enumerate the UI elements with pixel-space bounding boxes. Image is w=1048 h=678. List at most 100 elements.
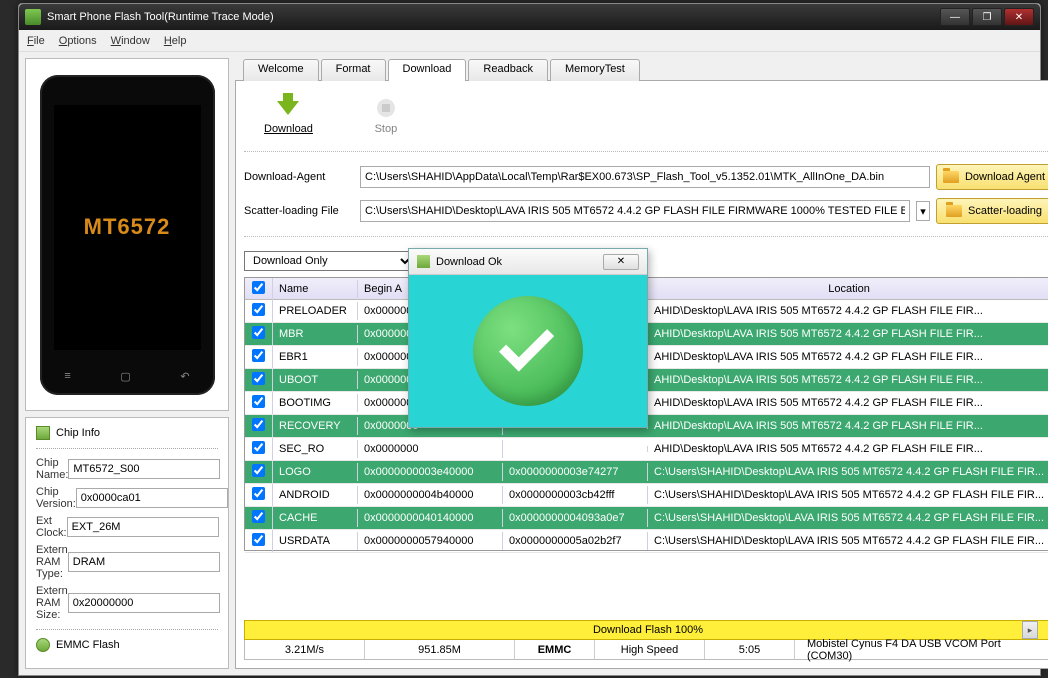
cell-location: C:\Users\SHAHID\Desktop\LAVA IRIS 505 MT… bbox=[648, 463, 1048, 481]
cell-location: AHID\Desktop\LAVA IRIS 505 MT6572 4.4.2 … bbox=[648, 325, 1048, 343]
row-checkbox[interactable] bbox=[252, 349, 265, 362]
cell-location: AHID\Desktop\LAVA IRIS 505 MT6572 4.4.2 … bbox=[648, 371, 1048, 389]
tab-readback[interactable]: Readback bbox=[468, 59, 548, 81]
row-checkbox[interactable] bbox=[252, 303, 265, 316]
row-checkbox[interactable] bbox=[252, 372, 265, 385]
cell-begin: 0x0000000057940000 bbox=[358, 532, 503, 550]
menu-window[interactable]: Window bbox=[111, 35, 150, 47]
table-row[interactable]: SEC_RO 0x0000000 AHID\Desktop\LAVA IRIS … bbox=[245, 438, 1048, 461]
cell-end: 0x0000000003e74277 bbox=[503, 463, 648, 481]
chip-name-field[interactable] bbox=[68, 459, 220, 479]
chip-info-panel: Chip Info Chip Name: Chip Version: Ext C… bbox=[25, 417, 229, 669]
scatter-loading-button[interactable]: Scatter-loading bbox=[936, 198, 1048, 224]
cell-location: AHID\Desktop\LAVA IRIS 505 MT6572 4.4.2 … bbox=[648, 302, 1048, 320]
download-agent-field[interactable] bbox=[360, 166, 930, 188]
success-check-icon bbox=[473, 296, 583, 406]
download-agent-button[interactable]: Download Agent bbox=[936, 164, 1048, 190]
cell-end: 0x0000000004093a0e7 bbox=[503, 509, 648, 527]
tab-welcome[interactable]: Welcome bbox=[243, 59, 319, 81]
gear-icon bbox=[36, 638, 50, 652]
cell-name: EBR1 bbox=[273, 348, 358, 366]
cell-name: USRDATA bbox=[273, 532, 358, 550]
emmc-flash-label: EMMC Flash bbox=[56, 639, 120, 651]
close-button[interactable]: ✕ bbox=[1004, 8, 1034, 26]
select-all-checkbox[interactable] bbox=[252, 281, 265, 294]
dialog-close-button[interactable]: ✕ bbox=[603, 254, 639, 270]
row-checkbox[interactable] bbox=[252, 533, 265, 546]
status-size: 951.85M bbox=[365, 640, 515, 659]
tab-format[interactable]: Format bbox=[321, 59, 386, 81]
folder-icon bbox=[943, 171, 959, 183]
scroll-right-icon[interactable]: ▸ bbox=[1022, 621, 1038, 639]
ext-clock-field[interactable] bbox=[67, 517, 219, 537]
cell-location: AHID\Desktop\LAVA IRIS 505 MT6572 4.4.2 … bbox=[648, 417, 1048, 435]
row-checkbox[interactable] bbox=[252, 487, 265, 500]
ram-size-field[interactable] bbox=[68, 593, 220, 613]
minimize-button[interactable]: — bbox=[940, 8, 970, 26]
folder-icon bbox=[946, 205, 962, 217]
maximize-button[interactable]: ❐ bbox=[972, 8, 1002, 26]
window-title: Smart Phone Flash Tool(Runtime Trace Mod… bbox=[47, 11, 274, 23]
col-location[interactable]: Location bbox=[648, 280, 1048, 298]
cell-name: UBOOT bbox=[273, 371, 358, 389]
row-checkbox[interactable] bbox=[252, 395, 265, 408]
row-checkbox[interactable] bbox=[252, 464, 265, 477]
cell-name: PRELOADER bbox=[273, 302, 358, 320]
row-checkbox[interactable] bbox=[252, 418, 265, 431]
chip-info-title: Chip Info bbox=[56, 427, 100, 439]
status-mode: High Speed bbox=[595, 640, 705, 659]
titlebar[interactable]: Smart Phone Flash Tool(Runtime Trace Mod… bbox=[19, 4, 1040, 30]
table-row[interactable]: ANDROID 0x0000000004b40000 0x0000000003c… bbox=[245, 484, 1048, 507]
table-row[interactable]: LOGO 0x0000000003e40000 0x0000000003e742… bbox=[245, 461, 1048, 484]
ram-type-label: Extern RAM Type: bbox=[36, 544, 68, 580]
cell-name: SEC_RO bbox=[273, 440, 358, 458]
scatter-file-label: Scatter-loading File bbox=[244, 205, 354, 217]
status-port: Mobistel Cynus F4 DA USB VCOM Port (COM3… bbox=[795, 640, 1048, 659]
tabs: Welcome Format Download Readback MemoryT… bbox=[235, 58, 1048, 80]
cell-name: MBR bbox=[273, 325, 358, 343]
status-storage: EMMC bbox=[515, 640, 595, 659]
stop-button[interactable]: Stop bbox=[373, 95, 399, 135]
chip-version-label: Chip Version: bbox=[36, 486, 76, 510]
ext-clock-label: Ext Clock: bbox=[36, 515, 67, 539]
phone-preview: BM MT6572 ≡▢↶ bbox=[25, 58, 229, 411]
status-speed: 3.21M/s bbox=[245, 640, 365, 659]
chip-version-field[interactable] bbox=[76, 488, 228, 508]
cell-end bbox=[503, 446, 648, 452]
stop-icon bbox=[377, 99, 395, 117]
row-checkbox[interactable] bbox=[252, 510, 265, 523]
menu-help[interactable]: Help bbox=[164, 35, 187, 47]
download-button[interactable]: Download bbox=[264, 95, 313, 135]
download-ok-dialog: Download Ok ✕ bbox=[408, 248, 648, 428]
download-arrow-icon bbox=[277, 101, 299, 115]
cell-location: C:\Users\SHAHID\Desktop\LAVA IRIS 505 MT… bbox=[648, 486, 1048, 504]
status-bar: 3.21M/s 951.85M EMMC High Speed 5:05 Mob… bbox=[244, 640, 1048, 660]
scatter-dropdown-icon[interactable]: ▾ bbox=[916, 201, 930, 221]
tab-download[interactable]: Download bbox=[388, 59, 467, 81]
row-checkbox[interactable] bbox=[252, 441, 265, 454]
cell-location: AHID\Desktop\LAVA IRIS 505 MT6572 4.4.2 … bbox=[648, 348, 1048, 366]
menu-file[interactable]: File bbox=[27, 35, 45, 47]
dialog-icon bbox=[417, 255, 430, 268]
download-agent-label: Download-Agent bbox=[244, 171, 354, 183]
cell-location: AHID\Desktop\LAVA IRIS 505 MT6572 4.4.2 … bbox=[648, 440, 1048, 458]
cell-begin: 0x0000000 bbox=[358, 440, 503, 458]
cell-begin: 0x0000000040140000 bbox=[358, 509, 503, 527]
scatter-file-field[interactable] bbox=[360, 200, 910, 222]
table-row[interactable]: CACHE 0x0000000040140000 0x0000000004093… bbox=[245, 507, 1048, 530]
cell-end: 0x0000000005a02b2f7 bbox=[503, 532, 648, 550]
cell-end: 0x0000000003cb42fff bbox=[503, 486, 648, 504]
download-mode-select[interactable]: Download Only bbox=[244, 251, 414, 271]
menu-options[interactable]: Options bbox=[59, 35, 97, 47]
ram-type-field[interactable] bbox=[68, 552, 220, 572]
row-checkbox[interactable] bbox=[252, 326, 265, 339]
cell-name: LOGO bbox=[273, 463, 358, 481]
status-time: 5:05 bbox=[705, 640, 795, 659]
col-name[interactable]: Name bbox=[273, 280, 358, 298]
table-row[interactable]: USRDATA 0x0000000057940000 0x0000000005a… bbox=[245, 530, 1048, 553]
cell-begin: 0x0000000003e40000 bbox=[358, 463, 503, 481]
tab-memorytest[interactable]: MemoryTest bbox=[550, 59, 640, 81]
cell-location: C:\Users\SHAHID\Desktop\LAVA IRIS 505 MT… bbox=[648, 509, 1048, 527]
dialog-title: Download Ok bbox=[436, 256, 502, 268]
phone-chip-label: MT6572 bbox=[54, 105, 201, 350]
